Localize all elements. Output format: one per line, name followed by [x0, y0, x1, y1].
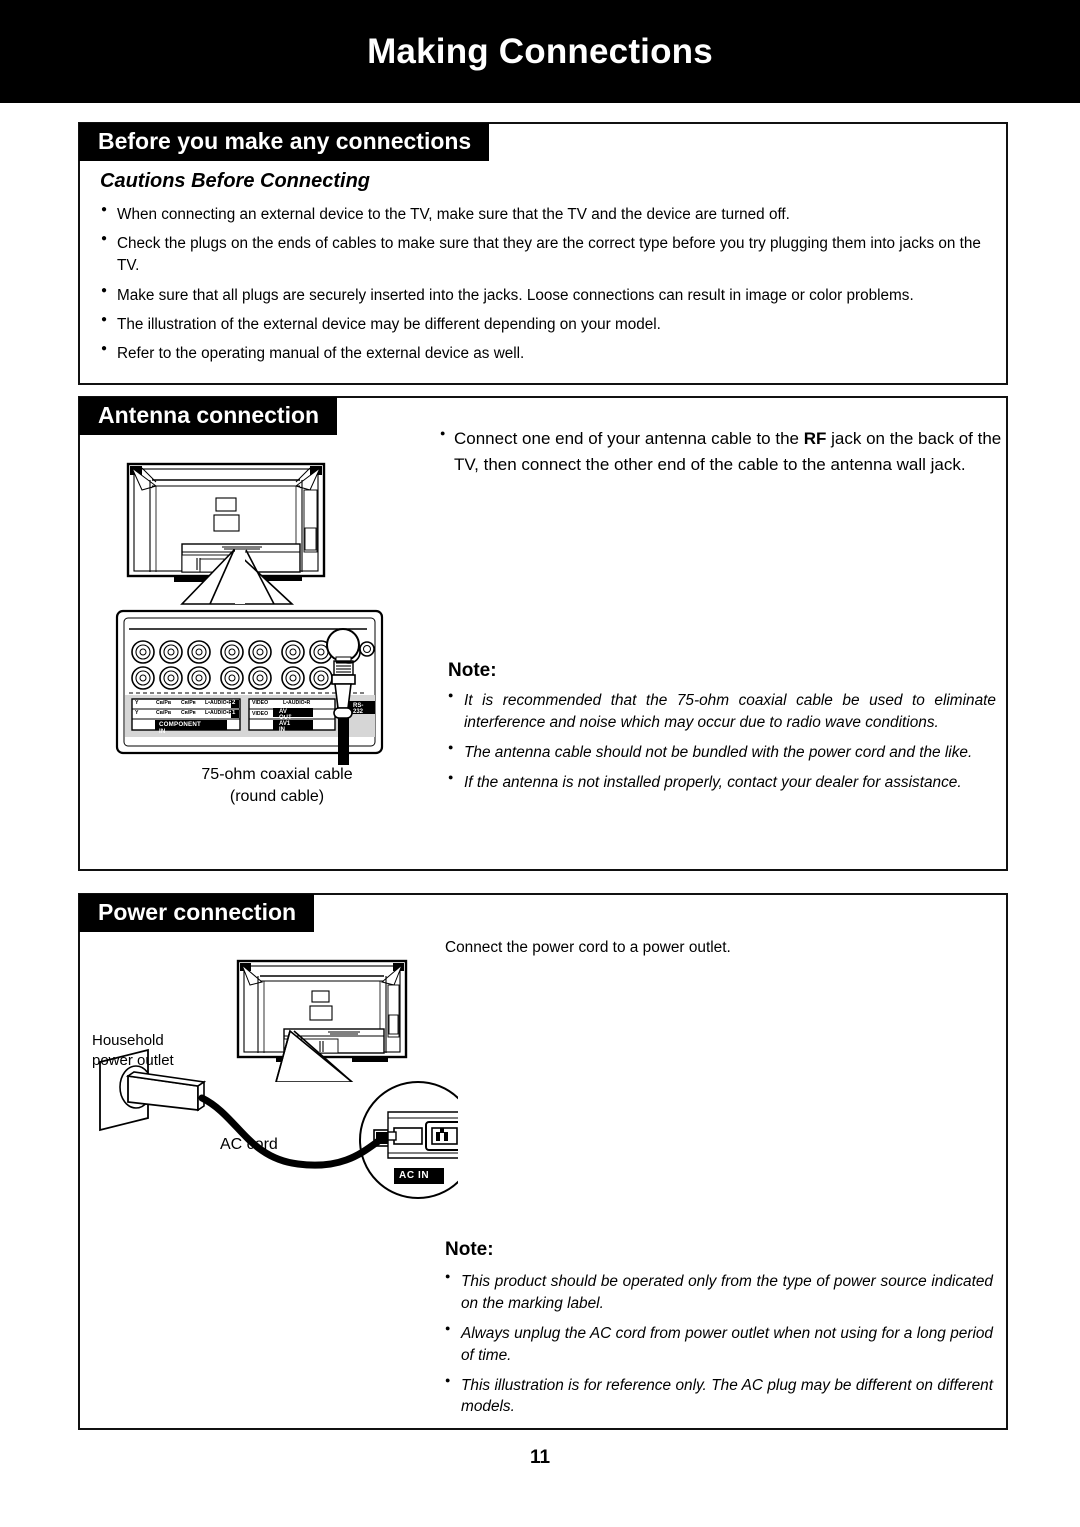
antenna-note-list: It is recommended that the 75-ohm coaxia… [448, 689, 996, 802]
panel-label-component-2: 2 [232, 700, 236, 706]
panel-label-av1-in: AV1 IN [279, 721, 291, 733]
panel-label-y-row2: Y [135, 700, 139, 706]
page-number: 11 [529, 1447, 551, 1468]
panel-label-component-1: 1 [232, 710, 236, 716]
page-title: Making Connections [367, 31, 713, 71]
subheading-cautions: Cautions Before Connecting [100, 170, 371, 192]
list-item: This illustration is for reference only.… [445, 1374, 993, 1419]
section-title-power: Power connection [79, 894, 315, 933]
panel-label-rf: RF [339, 703, 347, 709]
list-item: Check the plugs on the ends of cables to… [100, 232, 990, 277]
panel-label-cr-row1: Cʀ/Pʀ [181, 710, 196, 716]
page-header: Making Connections [0, 0, 1080, 103]
panel-label-audio-out: L•AUDIO•R [283, 700, 311, 706]
coaxial-cable-caption-line2: (round cable) [229, 787, 325, 805]
list-item: When connecting an external device to th… [100, 203, 990, 226]
panel-label-cr-row2: Cʀ/Pʀ [181, 700, 196, 706]
coaxial-cable-caption-line1: 75-ohm coaxial cable [201, 766, 353, 783]
list-item: Make sure that all plugs are securely in… [100, 284, 990, 307]
list-item: Always unplug the AC cord from power out… [445, 1322, 993, 1367]
list-item: This product should be operated only fro… [445, 1270, 993, 1315]
panel-label-video-out: VIDEO [252, 700, 269, 706]
section-title-before: Before you make any connections [79, 123, 490, 162]
panel-label-cb-row1: Cʙ/Pʙ [156, 710, 172, 716]
section-antenna-connection: Antenna connection Connect one end of yo… [78, 396, 1008, 871]
panel-label-audio-in: L•AUDIO•R [283, 711, 311, 717]
coaxial-cable-caption: 75-ohm coaxial cable (round cable) [152, 764, 402, 807]
household-outlet-label-line2: power outlet [92, 1051, 174, 1069]
antenna-instruction: Connect one end of your antenna cable to… [440, 426, 1009, 477]
tv-rear-illustration [122, 460, 352, 605]
panel-label-audio-row1: L•AUDIO•R [205, 710, 233, 716]
panel-label-cb-row2: Cʙ/Pʙ [156, 700, 172, 706]
section-title-antenna: Antenna connection [79, 397, 338, 436]
panel-label-component-in: COMPONENT IN [159, 721, 202, 735]
panel-label-video-in: VIDEO [252, 711, 269, 717]
household-outlet-label: Household power outlet [92, 1031, 174, 1070]
section-before-connections: Before you make any connections Cautions… [78, 122, 1008, 385]
antenna-instruction-pre: Connect one end of your antenna cable to… [454, 429, 804, 448]
household-outlet-label-line1: Household [92, 1032, 164, 1049]
power-note-heading: Note: [445, 1239, 494, 1260]
list-item: The illustration of the external device … [100, 313, 990, 336]
panel-label-rs232: RS-232 [353, 703, 364, 715]
section-power-connection: Power connection Connect the power cord … [78, 893, 1008, 1430]
panel-label-y-row1: Y [135, 710, 139, 716]
list-item: If the antenna is not installed properly… [448, 771, 996, 794]
antenna-note-heading: Note: [448, 660, 497, 681]
rear-jack-panel-illustration: Y Cʙ/Pʙ Cʀ/Pʀ L•AUDIO•R 2 Y Cʙ/Pʙ Cʀ/Pʀ … [115, 605, 405, 765]
list-item: The antenna cable should not be bundled … [448, 741, 996, 764]
panel-label-audio-row2: L•AUDIO•R [205, 700, 233, 706]
cautions-bullet-list: When connecting an external device to th… [100, 203, 990, 372]
ac-in-badge: AC IN [399, 1170, 430, 1181]
list-item: Refer to the operating manual of the ext… [100, 342, 990, 365]
list-item: It is recommended that the 75-ohm coaxia… [448, 689, 996, 734]
antenna-instruction-bold: RF [803, 429, 827, 448]
power-instruction: Connect the power cord to a power outlet… [445, 939, 731, 956]
power-note-list: This product should be operated only fro… [445, 1270, 993, 1426]
ac-cord-label: AC cord [220, 1136, 278, 1153]
